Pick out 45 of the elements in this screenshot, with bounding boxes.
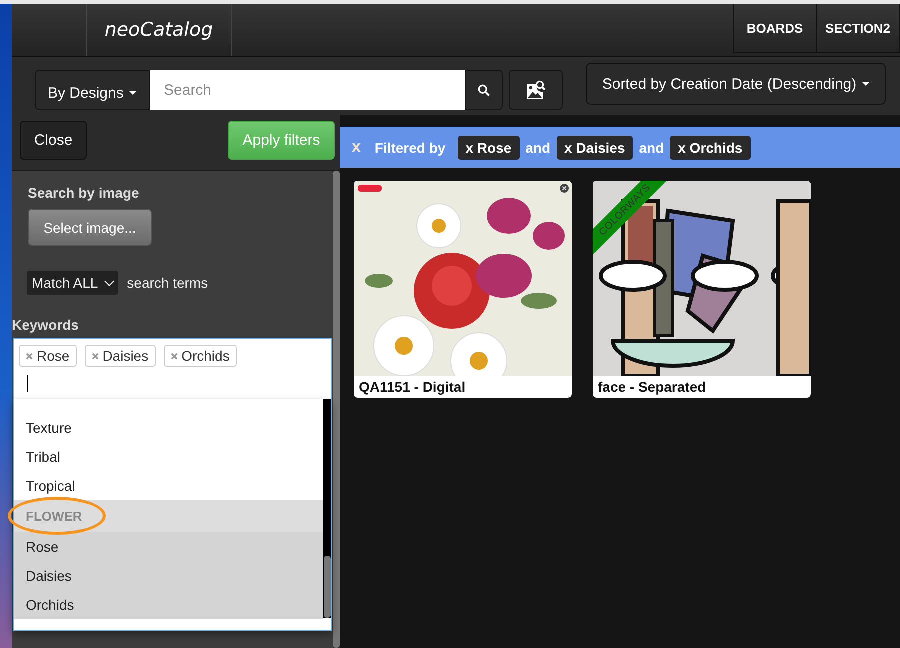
text-cursor	[27, 375, 28, 392]
keyword-tag[interactable]: Rose	[19, 345, 77, 367]
keywords-label: Keywords	[12, 317, 80, 333]
dropdown-option[interactable]: Tribal	[14, 442, 323, 471]
section-heading: Search by image	[28, 185, 140, 201]
scrollbar[interactable]	[333, 171, 340, 648]
search-icon	[478, 82, 490, 98]
dropdown-option[interactable]: Texture	[14, 413, 323, 442]
design-card[interactable]: QA1151 - Digital	[354, 181, 572, 398]
card-title: face - Separated	[597, 378, 708, 397]
scrollbar[interactable]	[323, 399, 331, 618]
match-label: search terms	[127, 275, 208, 291]
remove-icon[interactable]	[26, 352, 33, 360]
filter-label: Filtered by	[374, 140, 446, 156]
joiner-text: and	[526, 140, 551, 156]
scope-dropdown[interactable]: By Designs	[35, 70, 150, 110]
caret-icon	[862, 82, 870, 86]
image-search-button[interactable]	[509, 70, 563, 110]
card-title: QA1151 - Digital	[358, 378, 467, 397]
nav-link[interactable]: SECTION2	[816, 4, 899, 52]
dropdown-option[interactable]: Tropical	[14, 471, 323, 500]
caret-icon	[128, 91, 137, 95]
remove-icon[interactable]	[92, 352, 99, 360]
dropdown-option[interactable]: Daisies	[14, 561, 323, 590]
image-search-icon	[526, 80, 546, 100]
filter-chip[interactable]: x Orchids	[670, 136, 751, 160]
search-button[interactable]	[465, 70, 503, 110]
dropdown-option[interactable]: Orchids	[14, 590, 323, 619]
keyword-tag[interactable]: Daisies	[84, 345, 156, 367]
nav-link[interactable]: BOARDS	[734, 4, 816, 52]
remove-icon[interactable]	[170, 352, 178, 360]
brand-logo[interactable]: neoCatalog	[87, 4, 232, 56]
dropdown-option[interactable]: Rose	[14, 532, 323, 561]
match-dropdown[interactable]: Match ALL	[27, 271, 118, 295]
close-icon[interactable]	[560, 184, 569, 193]
keyword-tag[interactable]: Orchids	[164, 345, 237, 367]
group-header: FLOWER	[26, 508, 82, 524]
sort-dropdown[interactable]: Sorted by Creation Date (Descending)	[586, 63, 886, 105]
search-field[interactable]: Search	[150, 70, 465, 110]
keywords-field[interactable]: Rose Daisies Orchids	[13, 338, 332, 399]
joiner-text: and	[639, 140, 664, 156]
close-button[interactable]: Close	[20, 121, 87, 160]
filter-chip[interactable]: x Rose	[458, 136, 520, 160]
select-image-button[interactable]: Select image...	[28, 209, 152, 246]
filter-chip[interactable]: x Daisies	[556, 136, 634, 160]
